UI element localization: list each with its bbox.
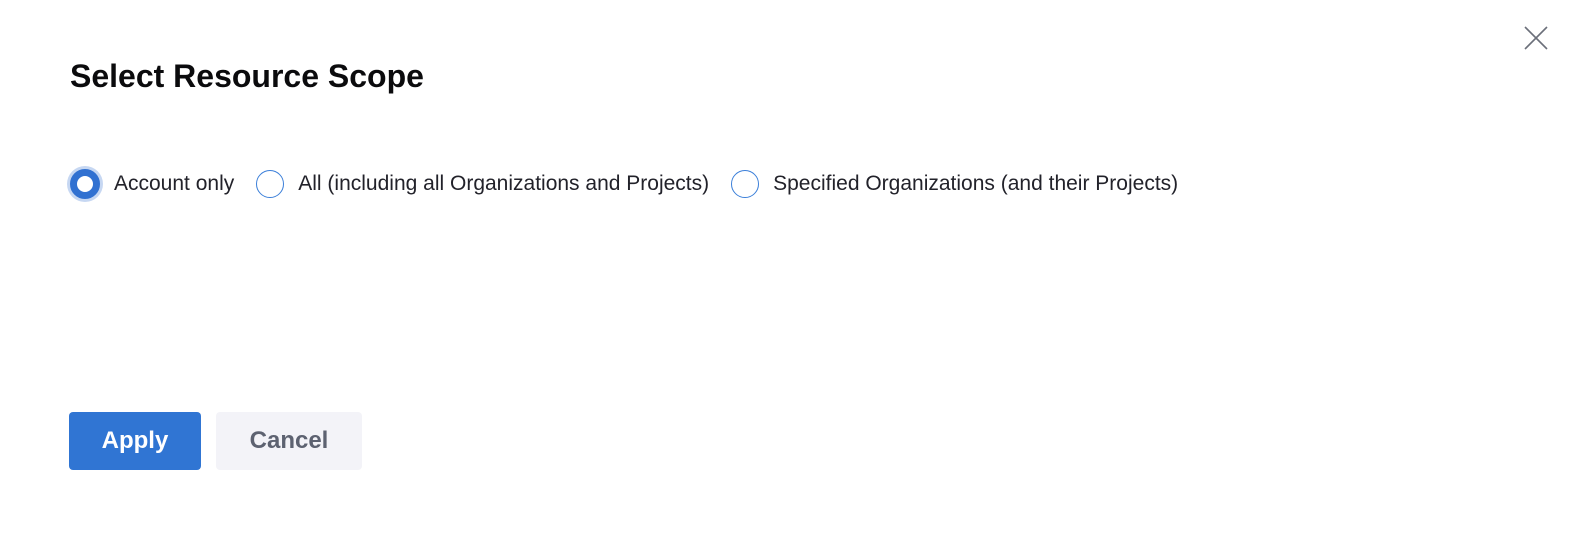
radio-option-account-only[interactable]: Account only <box>70 169 234 199</box>
radio-button-checked[interactable] <box>70 169 100 199</box>
radio-button-unchecked[interactable] <box>731 170 760 198</box>
select-resource-scope-dialog: Select Resource Scope Account only All (… <box>0 0 1582 544</box>
cancel-button[interactable]: Cancel <box>216 412 362 470</box>
dialog-title: Select Resource Scope <box>70 58 424 94</box>
scope-radio-group: Account only All (including all Organiza… <box>70 164 1200 204</box>
radio-button-unchecked[interactable] <box>256 170 285 198</box>
dialog-actions: Apply Cancel <box>69 412 362 470</box>
apply-button[interactable]: Apply <box>69 412 201 470</box>
radio-label-all: All (including all Organizations and Pro… <box>298 172 710 195</box>
close-icon <box>1524 26 1548 50</box>
radio-option-all[interactable]: All (including all Organizations and Pro… <box>256 170 709 198</box>
radio-option-specified-organizations[interactable]: Specified Organizations (and their Proje… <box>731 170 1178 198</box>
radio-label-account-only: Account only <box>114 172 235 195</box>
radio-label-specified-organizations: Specified Organizations (and their Proje… <box>773 172 1179 195</box>
close-button[interactable] <box>1518 20 1554 56</box>
